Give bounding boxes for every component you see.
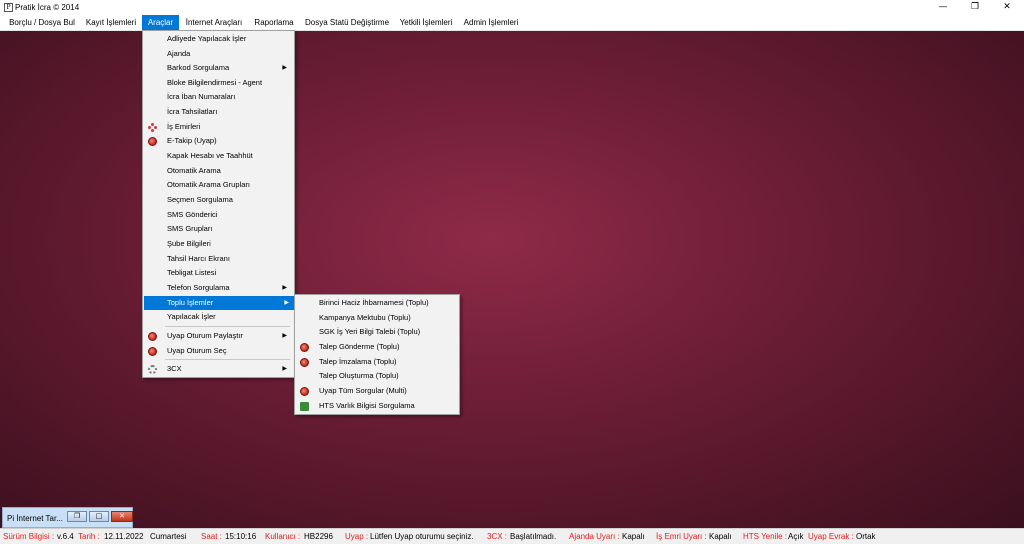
menu-item-talep-olusturma[interactable]: Talep Oluşturma (Toplu): [296, 369, 458, 383]
close-button[interactable]: ✕: [991, 0, 1023, 15]
menu-item-sube-bilgileri[interactable]: Şube Bilgileri: [144, 237, 293, 251]
status-surum-label: Sürüm Bilgisi :: [3, 532, 55, 541]
status-isemri-label: İş Emri Uyarı :: [656, 532, 707, 541]
menu-item-is-emirleri[interactable]: İş Emirleri: [144, 120, 293, 134]
close-button[interactable]: ✕: [111, 511, 133, 522]
menu-item-ajanda[interactable]: Ajanda: [144, 47, 293, 61]
submenu-arrow-icon: ▶: [282, 64, 287, 71]
menu-admin-islemleri[interactable]: Admin İşlemleri: [459, 15, 523, 30]
menu-bar: Borçlu / Dosya Bul Kayıt İşlemleri Araçl…: [0, 15, 1024, 31]
app-icon: P: [4, 3, 13, 12]
status-ajanda-value: Kapalı: [622, 532, 645, 541]
menu-item-birinci-haciz-ihbarnamesi[interactable]: Birinci Haciz İhbarnamesi (Toplu): [296, 296, 458, 310]
status-3cx-label: 3CX :: [487, 532, 508, 541]
menu-item-tebligat-listesi[interactable]: Tebligat Listesi: [144, 266, 293, 280]
submenu-arrow-icon: ▶: [284, 299, 289, 306]
menu-dosya-statu-degistirme[interactable]: Dosya Statü Değiştirme: [301, 15, 393, 30]
menu-item-sms-gonderici[interactable]: SMS Gönderici: [144, 208, 293, 222]
menu-item-kapak-hesabi[interactable]: Kapak Hesabı ve Taahhüt: [144, 149, 293, 163]
submenu-arrow-icon: ▶: [282, 284, 287, 291]
status-uyap-evrak-value: Ortak: [856, 532, 876, 541]
status-bar: Sürüm Bilgisi : v.6.4 Tarih : 12.11.2022…: [0, 528, 1024, 544]
menu-borclu-dosya-bul[interactable]: Borçlu / Dosya Bul: [4, 15, 80, 30]
menu-item-kampanya-mektubu[interactable]: Kampanya Mektubu (Toplu): [296, 311, 458, 325]
submenu-arrow-icon: ▶: [282, 332, 287, 339]
minimize-button[interactable]: —: [927, 0, 959, 15]
menu-item-barkod-sorgulama[interactable]: Barkod Sorgulama ▶: [144, 61, 293, 75]
3cx-gear-icon: [148, 365, 157, 374]
menu-item-sgk-is-yeri-bilgi-talebi[interactable]: SGK İş Yeri Bilgi Talebi (Toplu): [296, 325, 458, 339]
status-tarih-value: 12.11.2022: [104, 532, 144, 541]
uyap-icon: [300, 343, 309, 352]
toplu-islemler-submenu: Birinci Haciz İhbarnamesi (Toplu) Kampan…: [294, 294, 460, 415]
status-hts-label: HTS Yenile :: [743, 532, 788, 541]
menu-yetkili-islemleri[interactable]: Yetkili İşlemleri: [395, 15, 457, 30]
menu-item-tahsil-harci-ekrani[interactable]: Tahsil Harcı Ekranı: [144, 252, 293, 266]
menu-item-yapilacak-isler[interactable]: Yapılacak İşler: [144, 310, 293, 324]
uyap-icon: [300, 387, 309, 396]
menu-internet-araclari[interactable]: İnternet Araçları: [181, 15, 247, 30]
menu-item-sms-gruplari[interactable]: SMS Grupları: [144, 222, 293, 236]
minimized-window-title: Pi İnternet Tar...: [7, 514, 63, 523]
work-order-icon: [148, 123, 157, 132]
status-isemri-value: Kapalı: [709, 532, 732, 541]
title-bar: P Pratik İcra © 2014 — ❐ ✕: [0, 0, 1024, 15]
restore-button[interactable]: ❐: [67, 511, 87, 522]
menu-item-adliyede-yapilacak-isler[interactable]: Adliyede Yapılacak İşler: [144, 32, 293, 46]
menu-item-talep-imzalama[interactable]: Talep İmzalama (Toplu): [296, 355, 458, 369]
menu-item-icra-iban-numaralari[interactable]: İcra İban Numaraları: [144, 90, 293, 104]
menu-item-secmen-sorgulama[interactable]: Seçmen Sorgulama: [144, 193, 293, 207]
status-tarih-label: Tarih :: [78, 532, 100, 541]
status-ajanda-label: Ajanda Uyarı :: [569, 532, 620, 541]
uyap-icon: [148, 332, 157, 341]
status-uyap-label: Uyap :: [345, 532, 369, 541]
window-title: Pratik İcra © 2014: [15, 3, 80, 12]
uyap-icon: [148, 137, 157, 146]
menu-araclar[interactable]: Araçlar: [142, 15, 179, 30]
status-surum-value: v.6.4: [57, 532, 74, 541]
menu-item-talep-gonderme[interactable]: Talep Gönderme (Toplu): [296, 340, 458, 354]
minimized-internet-window[interactable]: Pi İnternet Tar... ❐ □ ✕: [2, 507, 133, 528]
menu-item-e-takip-uyap[interactable]: E-Takip (Uyap): [144, 134, 293, 148]
status-day-value: Cumartesi: [150, 532, 187, 541]
status-saat-value: 15:10:16: [225, 532, 257, 541]
status-uyap-value: Lütfen Uyap oturumu seçiniz.: [370, 532, 474, 541]
menu-separator: [165, 326, 290, 327]
status-hts-value: Açık: [788, 532, 804, 541]
status-saat-label: Saat :: [201, 532, 222, 541]
hts-icon: [300, 402, 309, 411]
submenu-arrow-icon: ▶: [282, 365, 287, 372]
menu-item-toplu-islemler[interactable]: Toplu İşlemler ▶: [144, 296, 295, 310]
menu-item-3cx[interactable]: 3CX ▶: [144, 362, 293, 376]
signature-icon: [300, 358, 309, 367]
menu-separator: [165, 359, 290, 360]
status-3cx-value: Başlatılmadı.: [510, 532, 557, 541]
maximize-button[interactable]: ❐: [959, 0, 991, 15]
maximize-button[interactable]: □: [89, 511, 109, 522]
menu-item-uyap-oturum-sec[interactable]: Uyap Oturum Seç: [144, 344, 293, 358]
menu-item-uyap-tum-sorgular[interactable]: Uyap Tüm Sorgular (Multi): [296, 384, 458, 398]
menu-raporlama[interactable]: Raporlama: [249, 15, 299, 30]
menu-item-bloke-bilgilendirmesi[interactable]: Bloke Bilgilendirmesi - Agent: [144, 76, 293, 90]
menu-item-otomatik-arama-gruplari[interactable]: Otomatik Arama Grupları: [144, 178, 293, 192]
uyap-icon: [148, 347, 157, 356]
menu-item-hts-varlik-bilgisi[interactable]: HTS Varlık Bilgisi Sorgulama: [296, 399, 458, 413]
menu-kayit-islemleri[interactable]: Kayıt İşlemleri: [82, 15, 140, 30]
menu-item-uyap-oturum-paylastir[interactable]: Uyap Oturum Paylaştır ▶: [144, 329, 293, 343]
menu-item-telefon-sorgulama[interactable]: Telefon Sorgulama ▶: [144, 281, 293, 295]
status-uyap-evrak-label: Uyap Evrak :: [808, 532, 854, 541]
menu-item-icra-tahsilatlari[interactable]: İcra Tahsilatları: [144, 105, 293, 119]
status-kullanici-label: Kullanıcı :: [265, 532, 301, 541]
araclar-dropdown: Adliyede Yapılacak İşler Ajanda Barkod S…: [142, 30, 295, 378]
status-kullanici-value: HB2296: [304, 532, 333, 541]
menu-item-otomatik-arama[interactable]: Otomatik Arama: [144, 164, 293, 178]
